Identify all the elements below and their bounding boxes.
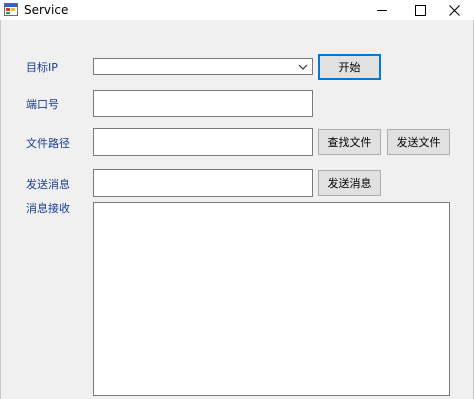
send-file-button[interactable]: 发送文件 (387, 129, 450, 155)
file-path-label: 文件路径 (26, 137, 70, 150)
chevron-down-icon (298, 64, 308, 70)
minimize-button[interactable] (362, 0, 402, 20)
dropdown-arrow-button[interactable] (296, 60, 310, 74)
receive-label: 消息接收 (26, 202, 70, 215)
start-button[interactable]: 开始 (318, 54, 381, 80)
port-label: 端口号 (26, 98, 59, 111)
title-bar: Service (0, 0, 474, 20)
port-input[interactable] (93, 90, 313, 117)
close-button[interactable] (434, 0, 474, 20)
window-title: Service (24, 3, 69, 17)
close-icon (448, 4, 460, 16)
form-client-area: 目标IP 开始 端口号 文件路径 查找文件 发送文件 发送消息 发送消息 消息接… (0, 20, 474, 399)
send-message-input[interactable] (93, 169, 313, 197)
send-message-label: 发送消息 (26, 178, 70, 191)
minimize-icon (377, 9, 387, 11)
app-window-icon (4, 3, 18, 16)
target-ip-label: 目标IP (26, 61, 58, 74)
find-file-button[interactable]: 查找文件 (318, 129, 381, 155)
send-message-button[interactable]: 发送消息 (318, 170, 381, 196)
receive-textarea[interactable] (93, 202, 450, 396)
target-ip-combobox[interactable] (93, 58, 313, 75)
maximize-icon (414, 4, 426, 16)
file-path-input[interactable] (93, 128, 313, 156)
